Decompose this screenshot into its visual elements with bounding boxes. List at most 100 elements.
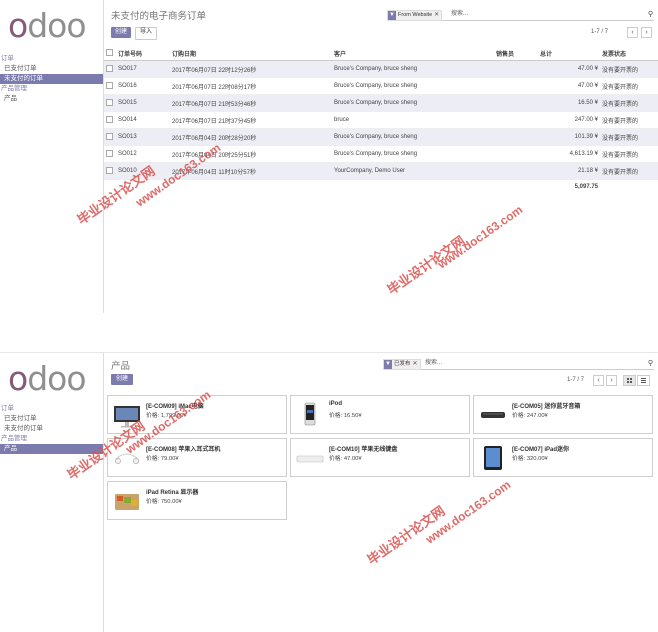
product-price: 价格: 247.00¥ xyxy=(512,413,548,419)
product-card[interactable]: [E-COM09] iMac电脑 价格: 1,799.00¥ xyxy=(107,395,287,434)
product-price: 价格: 16.50¥ xyxy=(329,413,362,419)
search-input[interactable]: 搜索... xyxy=(451,9,468,20)
ipod-icon xyxy=(295,400,325,430)
salesperson-cell xyxy=(494,128,538,146)
sidebar-item[interactable]: 产品 xyxy=(0,444,103,454)
create-button[interactable]: 创建 xyxy=(111,374,133,385)
customer-cell: Bruce's Company, bruce sheng xyxy=(332,145,494,163)
total-cell: 21.18 ¥ xyxy=(538,162,600,180)
product-card[interactable]: [E-COM08] 苹果入耳式耳机 价格: 79.00¥ xyxy=(107,438,287,477)
salesperson-cell xyxy=(494,60,538,78)
total-cell: 47.00 ¥ xyxy=(538,77,600,95)
column-header[interactable]: 客户 xyxy=(332,46,494,61)
row-checkbox[interactable] xyxy=(104,111,116,129)
screen-separator xyxy=(0,313,658,352)
remove-facet-icon[interactable]: ✕ xyxy=(413,360,418,369)
sidebar-section[interactable]: 产品管理 xyxy=(0,84,103,94)
product-name: [E-COM08] 苹果入耳式耳机 xyxy=(146,447,221,453)
unpaid-orders-screen: odoo 订单 已支付订单 未支付的订单 产品管理 产品 未支付的电子商务订单 创建 导… xyxy=(0,0,658,314)
odoo-logo: odoo xyxy=(8,6,87,45)
search-bar[interactable]: ▼ From Website ✕ 搜索... ⚲ xyxy=(387,9,654,21)
sidebar-item[interactable]: 未支付的订单 xyxy=(0,424,103,434)
pager-value[interactable]: 1-7 / 7 xyxy=(591,27,608,38)
page-title: 产品 xyxy=(111,361,131,372)
sidebar-item[interactable]: 产品 xyxy=(0,94,103,104)
column-header[interactable]: 销售员 xyxy=(494,46,538,61)
order-date-cell: 2017年06月07日 22时12分26秒 xyxy=(170,60,332,78)
product-price: 价格: 750.00¥ xyxy=(146,499,182,505)
main-content: 产品 创建 ▼ 已发布 ✕ 搜索... ⚲ 1-7 / 7 ‹ › [E-COM… xyxy=(104,353,658,632)
order-date-cell: 2017年06月04日 11时10分57秒 xyxy=(170,162,332,180)
sidebar-section[interactable]: 订单 xyxy=(0,54,103,64)
column-header[interactable]: 订单号码 xyxy=(116,46,170,61)
grand-total: 5,097.75 xyxy=(574,184,598,190)
pager-value[interactable]: 1-7 / 7 xyxy=(567,375,584,386)
import-button[interactable]: 导入 xyxy=(135,27,157,40)
product-card[interactable]: iPod 价格: 16.50¥ xyxy=(290,395,470,434)
table-row[interactable]: SO010 2017年06月04日 11时10分57秒 YourCompany, D… xyxy=(104,162,658,180)
column-header[interactable]: 发票状态 xyxy=(600,46,658,61)
order-number-cell: SO010 xyxy=(116,162,170,180)
speaker-icon xyxy=(478,400,508,430)
remove-facet-icon[interactable]: ✕ xyxy=(434,11,439,20)
order-date-cell: 2017年06月04日 20时28分20秒 xyxy=(170,128,332,146)
column-header[interactable]: 总计 xyxy=(538,46,600,61)
filter-icon: ▼ xyxy=(388,11,396,20)
table-row[interactable]: SO016 2017年06月07日 22时08分17秒 Bruce's Compan… xyxy=(104,77,658,95)
kanban-view-button[interactable] xyxy=(623,375,636,386)
sidebar-section[interactable]: 产品管理 xyxy=(0,434,103,444)
table-header: 订单号码 订购日期 客户 销售员 总计 发票状态 xyxy=(104,46,658,61)
sidebar-item[interactable]: 已支付订单 xyxy=(0,414,103,424)
pager-next-button[interactable]: › xyxy=(606,375,617,386)
search-icon[interactable]: ⚲ xyxy=(648,358,653,369)
search-icon[interactable]: ⚲ xyxy=(648,9,653,20)
ipad-icon xyxy=(478,443,508,473)
row-checkbox[interactable] xyxy=(104,60,116,78)
product-price: 价格: 47.00¥ xyxy=(329,456,362,462)
products-screen: odoo 订单 已支付订单 未支付的订单 产品管理 产品 产品 创建 ▼ 已发布 ✕ 搜… xyxy=(0,352,658,632)
filter-icon: ▼ xyxy=(384,360,392,369)
list-view-button[interactable] xyxy=(637,375,650,386)
odoo-logo: odoo xyxy=(8,359,87,398)
pager-previous-button[interactable]: ‹ xyxy=(627,27,638,38)
sidebar-item[interactable]: 已支付订单 xyxy=(0,64,103,74)
row-checkbox[interactable] xyxy=(104,77,116,95)
product-name: [E-COM05] 迷你蓝牙音箱 xyxy=(512,404,581,410)
select-all-checkbox[interactable] xyxy=(104,46,116,61)
row-checkbox[interactable] xyxy=(104,162,116,180)
product-price: 价格: 320.00¥ xyxy=(512,456,548,462)
product-card[interactable]: iPad Retina 显示器 价格: 750.00¥ xyxy=(107,481,287,520)
pager-next-button[interactable]: › xyxy=(641,27,652,38)
search-input[interactable]: 搜索... xyxy=(425,358,442,369)
sidebar-section[interactable]: 订单 xyxy=(0,404,103,414)
order-date-cell: 2017年06月07日 21时37分45秒 xyxy=(170,111,332,129)
product-name: iPad Retina 显示器 xyxy=(146,490,199,496)
table-row[interactable]: SO012 2017年06月04日 20时25分51秒 Bruce's Compan… xyxy=(104,145,658,163)
column-header[interactable]: 订购日期 xyxy=(170,46,332,61)
table-row[interactable]: SO013 2017年06月04日 20时28分20秒 Bruce's Compan… xyxy=(104,128,658,146)
product-card[interactable]: [E-COM07] iPad迷你 价格: 320.00¥ xyxy=(473,438,653,477)
sidebar-item[interactable]: 未支付的订单 xyxy=(0,74,103,84)
total-cell: 101.39 ¥ xyxy=(538,128,600,146)
row-checkbox[interactable] xyxy=(104,128,116,146)
product-card[interactable]: [E-COM10] 苹果无线键盘 价格: 47.00¥ xyxy=(290,438,470,477)
invoice-status-cell: 没有要开票的 xyxy=(600,77,658,95)
create-button[interactable]: 创建 xyxy=(111,27,131,38)
salesperson-cell xyxy=(494,94,538,112)
order-number-cell: SO014 xyxy=(116,111,170,129)
total-cell: 47.00 ¥ xyxy=(538,60,600,78)
row-checkbox[interactable] xyxy=(104,94,116,112)
customer-cell: Bruce's Company, bruce sheng xyxy=(332,94,494,112)
search-bar[interactable]: ▼ 已发布 ✕ 搜索... ⚲ xyxy=(383,358,654,370)
table-row[interactable]: SO015 2017年06月07日 21时53分46秒 Bruce's Compan… xyxy=(104,94,658,112)
table-row[interactable]: SO014 2017年06月07日 21时37分45秒 bruce 247.00 ¥ 没… xyxy=(104,111,658,129)
total-cell: 4,613.19 ¥ xyxy=(538,145,600,163)
table-row[interactable]: SO017 2017年06月07日 22时12分26秒 Bruce's Compan… xyxy=(104,60,658,78)
product-card[interactable]: [E-COM05] 迷你蓝牙音箱 价格: 247.00¥ xyxy=(473,395,653,434)
salesperson-cell xyxy=(494,162,538,180)
order-number-cell: SO013 xyxy=(116,128,170,146)
pager-previous-button[interactable]: ‹ xyxy=(593,375,604,386)
row-checkbox[interactable] xyxy=(104,145,116,163)
search-facet: ▼ 已发布 ✕ xyxy=(383,359,421,370)
customer-cell: YourCompany, Demo User xyxy=(332,162,494,180)
